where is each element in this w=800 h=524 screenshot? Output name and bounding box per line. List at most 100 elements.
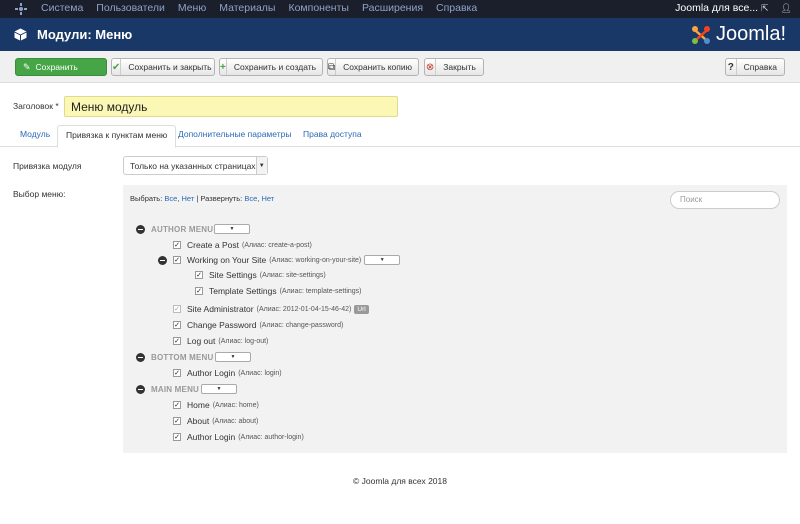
required-mark: * xyxy=(52,101,59,111)
user-icon[interactable]: 👤︎ xyxy=(781,3,792,14)
author-menu-dropdown[interactable]: ▼ xyxy=(214,224,250,234)
bottom-menu-dropdown[interactable]: ▼ xyxy=(215,352,251,362)
tree-item: ✓ Change Password (Алиас: change-passwor… xyxy=(173,320,343,330)
main-menu-dropdown[interactable]: ▼ xyxy=(201,384,237,394)
tree-item: ✓ Author Login (Алиас: author-login) xyxy=(173,432,304,442)
checkbox[interactable]: ✓ xyxy=(173,241,181,249)
title-header: Модули: Меню Joomla! xyxy=(0,18,800,51)
item-label: Template Settings xyxy=(209,286,277,296)
site-name-label: Joomla для все... xyxy=(675,2,759,14)
tree-item: ✓ Site Administrator (Алиас: 2012-01-04-… xyxy=(173,304,369,314)
item-label: Site Settings xyxy=(209,270,257,280)
save-button[interactable]: ✎ Сохранить xyxy=(15,58,107,76)
collapse-icon[interactable] xyxy=(136,385,145,394)
separator: | xyxy=(196,194,199,203)
item-alias: (Алиас: 2012-01-04-15-46-42) xyxy=(256,305,352,313)
save-new-label: Сохранить и создать xyxy=(233,62,317,72)
save-close-label: Сохранить и закрыть xyxy=(128,62,212,72)
checkbox[interactable]: ✓ xyxy=(173,256,181,264)
topnav-menus[interactable]: Меню xyxy=(178,2,206,14)
question-icon: ? xyxy=(726,59,737,75)
item-alias: (Алиас: log-out) xyxy=(218,337,269,345)
item-alias: (Алиас: working-on-your-site) xyxy=(269,256,362,264)
checkbox[interactable]: ✓ xyxy=(173,401,181,409)
item-label: Author Login xyxy=(187,368,236,378)
checkbox[interactable]: ✓ xyxy=(173,305,181,313)
item-label: Create a Post xyxy=(187,240,239,250)
item-label: About xyxy=(187,416,210,426)
item-alias: (Алиас: login) xyxy=(238,369,282,377)
url-badge: Url xyxy=(354,304,369,314)
topnav-users[interactable]: Пользователи xyxy=(96,2,165,14)
tab-permissions[interactable]: Права доступа xyxy=(303,129,362,139)
topnav-help[interactable]: Справка xyxy=(436,2,477,14)
search-input[interactable]: Поиск xyxy=(670,191,780,209)
toolbar: ✎ Сохранить ✔ Сохранить и закрыть + Сохр… xyxy=(0,51,800,83)
tab-module[interactable]: Модуль xyxy=(20,129,50,139)
checkbox[interactable]: ✓ xyxy=(173,417,181,425)
site-name-link[interactable]: Joomla для все... ⇱ xyxy=(675,2,768,14)
page-title: Модули: Меню xyxy=(37,27,133,42)
item-alias: (Алиас: about) xyxy=(212,417,259,425)
checkbox[interactable]: ✓ xyxy=(173,321,181,329)
tab-advanced[interactable]: Дополнительные параметры xyxy=(178,129,291,139)
cancel-icon: ⊗ xyxy=(425,59,437,75)
topnav-components[interactable]: Компоненты xyxy=(288,2,349,14)
item-alias: (Алиас: template-settings) xyxy=(279,287,362,295)
tree-item: ✓ Site Settings (Алиас: site-settings) xyxy=(195,270,326,280)
item-dropdown[interactable]: ▼ xyxy=(364,255,401,265)
select-prefix: Выбрать: xyxy=(130,194,163,203)
caret-down-icon: ▼ xyxy=(255,157,267,174)
checkbox[interactable]: ✓ xyxy=(195,287,203,295)
item-label: Author Login xyxy=(187,432,236,442)
help-button[interactable]: ? Справка xyxy=(725,58,785,76)
copy-icon: ⧉ xyxy=(328,59,337,75)
assignment-select[interactable]: Только на указанных страницах ▼ xyxy=(123,156,268,175)
select-none-link[interactable]: Нет xyxy=(182,194,195,203)
main-menu-title: MAIN MENU xyxy=(151,385,200,394)
tree-item: ✓ Working on Your Site (Алиас: working-o… xyxy=(173,255,401,265)
top-navbar: Система Пользователи Меню Материалы Комп… xyxy=(0,0,800,18)
save-new-button[interactable]: + Сохранить и создать xyxy=(219,58,323,76)
external-link-icon: ⇱ xyxy=(761,3,769,13)
collapse-icon[interactable] xyxy=(136,353,145,362)
expand-prefix: Развернуть: xyxy=(200,194,243,203)
collapse-icon[interactable] xyxy=(136,225,145,234)
joomla-icon[interactable] xyxy=(15,3,27,15)
item-label: Log out xyxy=(187,336,216,346)
footer-copyright: © Joomla для всех 2018 xyxy=(352,476,447,486)
tree-item: ✓ Home (Алиас: home) xyxy=(173,400,259,410)
plus-icon: + xyxy=(220,59,227,75)
tab-menu-assignment[interactable]: Привязка к пунктам меню xyxy=(57,125,177,148)
expand-none-link[interactable]: Нет xyxy=(261,194,274,203)
save-copy-label: Сохранить копию xyxy=(343,62,413,72)
author-menu-title: AUTHOR MENU xyxy=(151,225,214,234)
tree-toolbar: Выбрать: Все, Нет | Развернуть: Все, Нет xyxy=(130,194,275,203)
checkbox[interactable]: ✓ xyxy=(173,337,181,345)
tree-item: ✓ Create a Post (Алиас: create-a-post) xyxy=(173,240,312,250)
topnav-content[interactable]: Материалы xyxy=(219,2,275,14)
checkbox[interactable]: ✓ xyxy=(173,433,181,441)
topnav-system[interactable]: Система xyxy=(41,2,83,14)
assignment-value: Только на указанных страницах xyxy=(130,160,256,171)
checkbox[interactable]: ✓ xyxy=(195,271,203,279)
assignment-label: Привязка модуля xyxy=(13,161,82,171)
joomla-logo-icon xyxy=(691,25,710,44)
menu-tree-panel: Выбрать: Все, Нет | Развернуть: Все, Нет… xyxy=(123,185,787,453)
close-button[interactable]: ⊗ Закрыть xyxy=(424,58,484,76)
save-copy-button[interactable]: ⧉ Сохранить копию xyxy=(327,58,419,76)
title-label-text: Заголовок xyxy=(13,101,53,111)
tree-item: ✓ About (Алиас: about) xyxy=(173,416,258,426)
collapse-icon[interactable] xyxy=(158,256,167,265)
save-close-button[interactable]: ✔ Сохранить и закрыть xyxy=(111,58,215,76)
bottom-menu-title: BOTTOM MENU xyxy=(151,353,214,362)
expand-all-link[interactable]: Все xyxy=(244,194,257,203)
joomla-logo: Joomla! xyxy=(690,23,786,46)
topnav-extensions[interactable]: Расширения xyxy=(362,2,423,14)
help-label: Справка xyxy=(743,62,777,72)
title-label: Заголовок * xyxy=(13,101,59,111)
item-alias: (Алиас: author-login) xyxy=(238,433,304,441)
select-all-link[interactable]: Все xyxy=(164,194,177,203)
checkbox[interactable]: ✓ xyxy=(173,369,181,377)
title-input[interactable]: Меню модуль xyxy=(64,96,398,117)
